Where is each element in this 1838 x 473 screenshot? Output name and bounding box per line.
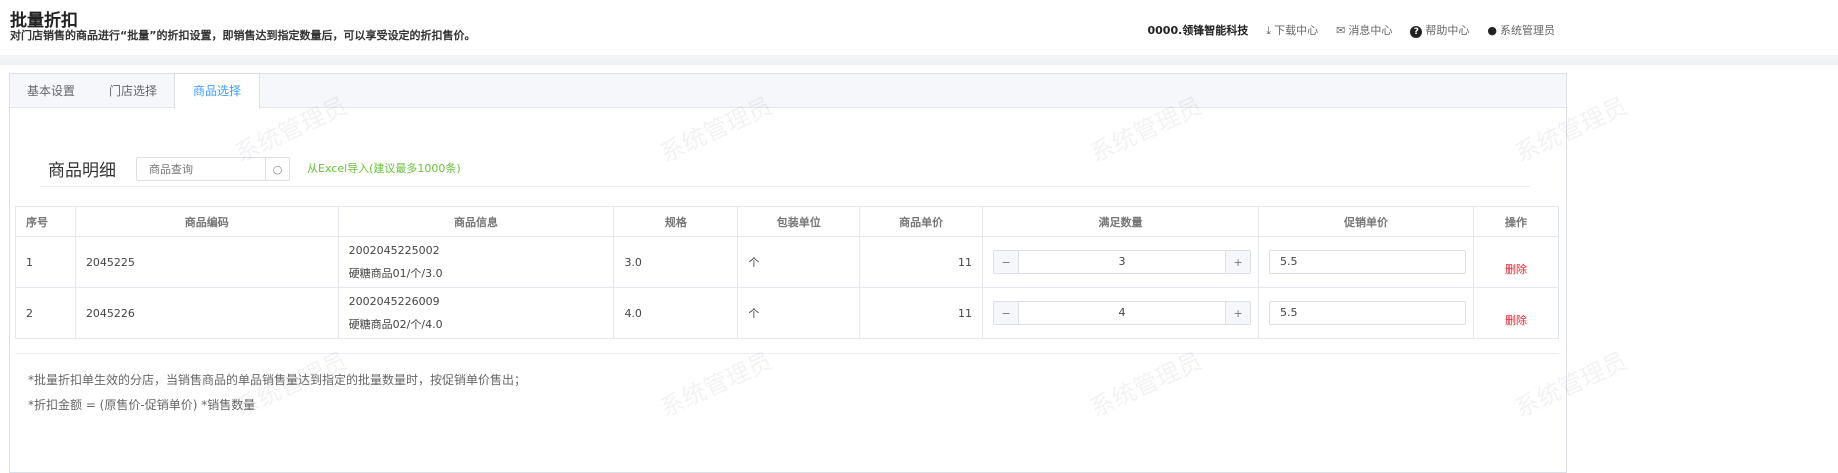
col-action: 操作	[1473, 206, 1559, 237]
download-center-link[interactable]: ⤓ 下载中心	[1266, 22, 1318, 38]
org-name: 0000.领锋智能科技	[1147, 24, 1249, 37]
content-panel: 基本设置 门店选择 商品选择 商品明细 ○ 从Excel导入(建议最多1000条…	[9, 73, 1567, 473]
row-spec: 4.0	[613, 287, 739, 339]
help-center-link[interactable]: ? 帮助中心	[1410, 22, 1469, 38]
quantity-input[interactable]: 4	[1018, 302, 1227, 324]
row-price: 11	[859, 287, 984, 339]
note-line: *折扣金额 = (原售价-促销单价) *销售数量	[28, 398, 256, 412]
message-center-link[interactable]: ✉ 消息中心	[1336, 22, 1392, 38]
col-code: 商品编码	[74, 206, 339, 237]
row-qty: −3 +	[982, 236, 1260, 288]
delete-button[interactable]: 删除	[1473, 287, 1559, 339]
product-search-input[interactable]	[137, 158, 265, 180]
row-promo: 5.5	[1258, 287, 1475, 339]
tab-product-selection[interactable]: 商品选择	[174, 74, 261, 109]
help-icon: ?	[1410, 26, 1423, 38]
delete-button[interactable]: 删除	[1473, 236, 1559, 288]
quantity-stepper: −3 +	[993, 250, 1252, 274]
col-qty: 满足数量	[982, 206, 1260, 237]
page-header: 批量折扣 对门店销售的商品进行“批量”的折扣设置，即销售达到指定数量后，可以享受…	[0, 0, 1838, 55]
product-table: 序号 商品编码 商品信息 规格 包装单位 商品单价 满足数量 促销单价 操作 1…	[15, 206, 1559, 339]
quantity-input[interactable]: 3	[1018, 251, 1227, 273]
import-excel-link[interactable]: 从Excel导入(建议最多1000条)	[307, 160, 461, 176]
row-no: 2	[15, 287, 76, 339]
row-code: 2045225	[74, 236, 339, 288]
col-no: 序号	[15, 206, 76, 237]
increment-button[interactable]: +	[1226, 251, 1251, 273]
promo-price-input[interactable]: 5.5	[1269, 250, 1467, 274]
product-search: ○	[136, 157, 290, 181]
row-unit: 个	[737, 236, 861, 288]
table-row: 1 2045225 2002045225002 硬糖商品01/个/3.0 3.0 …	[15, 236, 1559, 288]
col-info: 商品信息	[337, 206, 615, 237]
row-qty: −4 +	[982, 287, 1260, 339]
header-actions: 0000.领锋智能科技 ⤓ 下载中心 ✉ 消息中心 ? 帮助中心 ● 系统管理员	[1147, 22, 1555, 38]
tab-store-selection[interactable]: 门店选择	[92, 74, 174, 107]
decrement-button[interactable]: −	[994, 302, 1019, 324]
search-icon: ○	[272, 162, 283, 176]
increment-button[interactable]: +	[1226, 302, 1251, 324]
col-unit: 包装单位	[737, 206, 861, 237]
page-subtitle: 对门店销售的商品进行“批量”的折扣设置，即销售达到指定数量后，可以享受设定的折扣…	[10, 29, 476, 42]
user-icon: ●	[1487, 24, 1497, 37]
row-unit: 个	[737, 287, 861, 339]
row-barcode: 2002045226009	[348, 294, 440, 308]
tab-basic-settings[interactable]: 基本设置	[10, 74, 92, 107]
search-button[interactable]: ○	[265, 158, 289, 180]
col-price: 商品单价	[859, 206, 984, 237]
mail-icon: ✉	[1336, 24, 1346, 37]
user-menu[interactable]: ● 系统管理员	[1487, 22, 1555, 38]
decrement-button[interactable]: −	[994, 251, 1019, 273]
col-spec: 规格	[613, 206, 739, 237]
row-info: 2002045226009 硬糖商品02/个/4.0	[337, 287, 615, 339]
divider	[40, 186, 1530, 187]
row-spec: 3.0	[613, 236, 739, 288]
table-row: 2 2045226 2002045226009 硬糖商品02/个/4.0 4.0 …	[15, 287, 1559, 339]
note-line: *批量折扣单生效的分店，当销售商品的单品销售量达到指定的批量数量时，按促销单价售…	[28, 373, 527, 387]
tab-bar: 基本设置 门店选择 商品选择	[10, 74, 1566, 109]
row-promo: 5.5	[1258, 236, 1475, 288]
row-info: 2002045225002 硬糖商品01/个/3.0	[337, 236, 615, 288]
quantity-stepper: −4 +	[993, 301, 1252, 325]
table-header: 序号 商品编码 商品信息 规格 包装单位 商品单价 满足数量 促销单价 操作	[15, 206, 1559, 237]
row-barcode: 2002045225002	[348, 243, 440, 257]
download-icon: ⤓	[1266, 24, 1272, 37]
row-name: 硬糖商品02/个/4.0	[348, 317, 443, 331]
row-name: 硬糖商品01/个/3.0	[348, 266, 443, 280]
section-title: 商品明细	[48, 161, 116, 181]
col-promo: 促销单价	[1258, 206, 1475, 237]
row-no: 1	[15, 236, 76, 288]
header-divider	[0, 55, 1838, 65]
row-price: 11	[859, 236, 984, 288]
divider	[15, 353, 1559, 354]
promo-price-input[interactable]: 5.5	[1269, 301, 1467, 325]
row-code: 2045226	[74, 287, 339, 339]
